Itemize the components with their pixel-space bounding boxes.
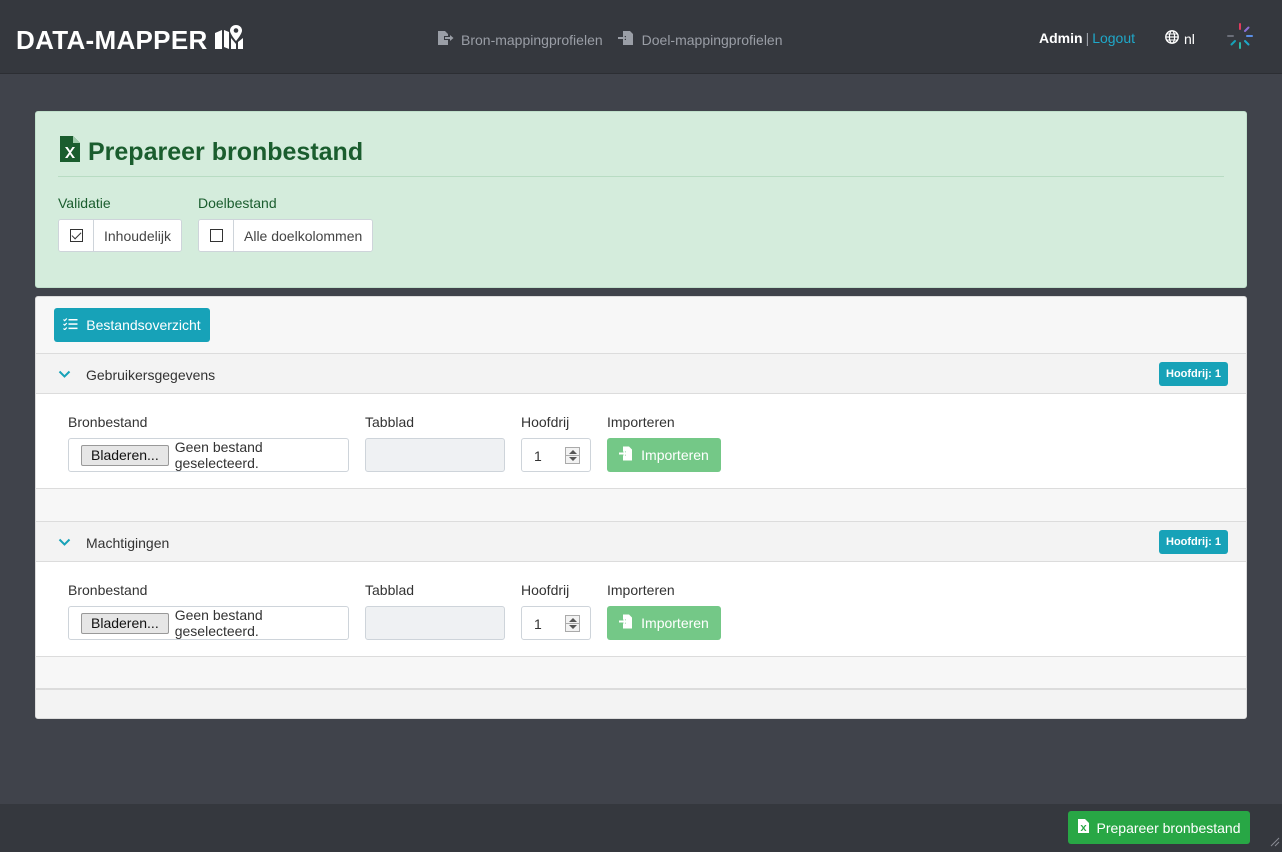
chevron-down-icon: [58, 367, 71, 383]
file-import-icon: [619, 614, 634, 632]
stepper-down-icon: [569, 625, 577, 629]
stepper-divider: [566, 623, 579, 624]
import-label: Importeren: [607, 414, 675, 430]
file-import-icon: [619, 446, 634, 464]
language-label: nl: [1184, 30, 1195, 47]
content-validation-checkbox[interactable]: [59, 220, 94, 251]
resize-grip-icon[interactable]: [1268, 834, 1280, 850]
section-title: Machtigingen: [86, 535, 170, 551]
header-row-label: Hoofdrij: [521, 582, 570, 598]
section-header-gebruikersgegevens[interactable]: Gebruikersgegevens Hoofdrij: 1: [36, 353, 1246, 394]
validation-option-group: Inhoudelijk: [58, 219, 182, 252]
header-row-value: 1: [534, 448, 542, 464]
all-target-columns-checkbox[interactable]: [199, 220, 234, 251]
sheet-label: Tabblad: [365, 582, 415, 598]
page-title-text: Prepareer bronbestand: [88, 138, 364, 166]
card-footer: [36, 688, 1246, 718]
user-separator: |: [1085, 30, 1090, 46]
nav-link-label: Doel-mappingprofielen: [641, 31, 783, 48]
no-file-text: Geen bestand geselecteerd.: [174, 439, 263, 471]
import-button[interactable]: Importeren: [607, 438, 721, 472]
no-file-text: Geen bestand geselecteerd.: [174, 607, 263, 639]
target-file-option-group: Alle doelkolommen: [198, 219, 374, 252]
map-icon: [208, 24, 244, 57]
user-name: Admin: [1039, 30, 1083, 46]
excel-file-icon: [60, 136, 80, 169]
content-validation-label: Inhoudelijk: [94, 220, 181, 251]
nav-bron-mappingprofielen[interactable]: Bron-mappingprofielen: [437, 30, 603, 49]
all-target-columns-label: Alle doelkolommen: [234, 220, 373, 251]
top-navbar: DATA-MAPPER Bron-mappingprofielen Doel-m…: [0, 0, 1282, 74]
header-row-value: 1: [534, 616, 542, 632]
file-import-icon: [617, 30, 635, 49]
stepper-up-icon: [569, 450, 577, 454]
header-row-badge: Hoofdrij: 1: [1159, 530, 1228, 554]
page-title: Prepareer bronbestand: [60, 136, 363, 169]
browse-button[interactable]: Bladeren...: [81, 444, 169, 466]
sheet-label: Tabblad: [365, 414, 415, 430]
stepper-up-icon: [569, 618, 577, 622]
excel-file-icon: [1077, 819, 1089, 836]
prepare-source-card: Prepareer bronbestand Validatie Inhoudel…: [35, 111, 1247, 288]
file-overview-button[interactable]: Bestandsoverzicht: [54, 308, 210, 342]
sheet-select[interactable]: [365, 438, 505, 472]
import-button-label: Importeren: [641, 615, 709, 631]
source-file-label: Bronbestand: [68, 582, 148, 598]
number-stepper[interactable]: [565, 447, 580, 464]
import-button-label: Importeren: [641, 447, 709, 463]
user-area: Admin | Logout: [1039, 30, 1135, 46]
header-row-input[interactable]: 1: [521, 606, 591, 640]
language-selector[interactable]: nl: [1165, 30, 1195, 47]
checkbox-unchecked-icon: [209, 229, 223, 242]
source-file-input[interactable]: Bladeren... Geen bestand geselecteerd.: [68, 438, 349, 472]
import-label: Importeren: [607, 582, 675, 598]
globe-icon: [1165, 30, 1179, 47]
divider: [58, 176, 1224, 177]
brand-name: DATA-MAPPER: [16, 25, 208, 55]
file-overview-label: Bestandsoverzicht: [86, 317, 201, 333]
nav-doel-mappingprofielen[interactable]: Doel-mappingprofielen: [617, 30, 783, 49]
stepper-down-icon: [569, 457, 577, 461]
browse-button[interactable]: Bladeren...: [81, 612, 169, 634]
prepare-source-label: Prepareer bronbestand: [1096, 819, 1241, 836]
checkbox-checked-icon: [69, 229, 83, 242]
number-stepper[interactable]: [565, 615, 580, 632]
import-button[interactable]: Importeren: [607, 606, 721, 640]
list-check-icon: [63, 317, 78, 333]
section-title: Gebruikersgegevens: [86, 367, 216, 383]
section-header-machtigingen[interactable]: Machtigingen Hoofdrij: 1: [36, 521, 1246, 562]
prepare-source-button[interactable]: Prepareer bronbestand: [1068, 811, 1250, 844]
nav-links: Bron-mappingprofielen Doel-mappingprofie…: [437, 30, 783, 49]
section-body-gebruikersgegevens: Bronbestand Tabblad Hoofdrij Importeren …: [36, 394, 1246, 489]
validation-label: Validatie: [58, 195, 111, 211]
file-import-card: Bestandsoverzicht Gebruikersgegevens Hoo…: [35, 296, 1247, 719]
header-row-label: Hoofdrij: [521, 414, 570, 430]
nav-link-label: Bron-mappingprofielen: [461, 31, 603, 48]
header-row-badge: Hoofdrij: 1: [1159, 362, 1228, 386]
stepper-divider: [566, 455, 579, 456]
logout-link[interactable]: Logout: [1092, 30, 1135, 46]
chevron-down-icon: [58, 535, 71, 551]
section-body-machtigingen: Bronbestand Tabblad Hoofdrij Importeren …: [36, 562, 1246, 657]
source-file-input[interactable]: Bladeren... Geen bestand geselecteerd.: [68, 606, 349, 640]
target-file-label: Doelbestand: [198, 195, 277, 211]
file-export-icon: [437, 30, 454, 49]
brand-logo[interactable]: DATA-MAPPER: [16, 24, 244, 57]
sheet-select[interactable]: [365, 606, 505, 640]
header-row-input[interactable]: 1: [521, 438, 591, 472]
loading-spinner-icon: [1226, 22, 1254, 50]
source-file-label: Bronbestand: [68, 414, 148, 430]
